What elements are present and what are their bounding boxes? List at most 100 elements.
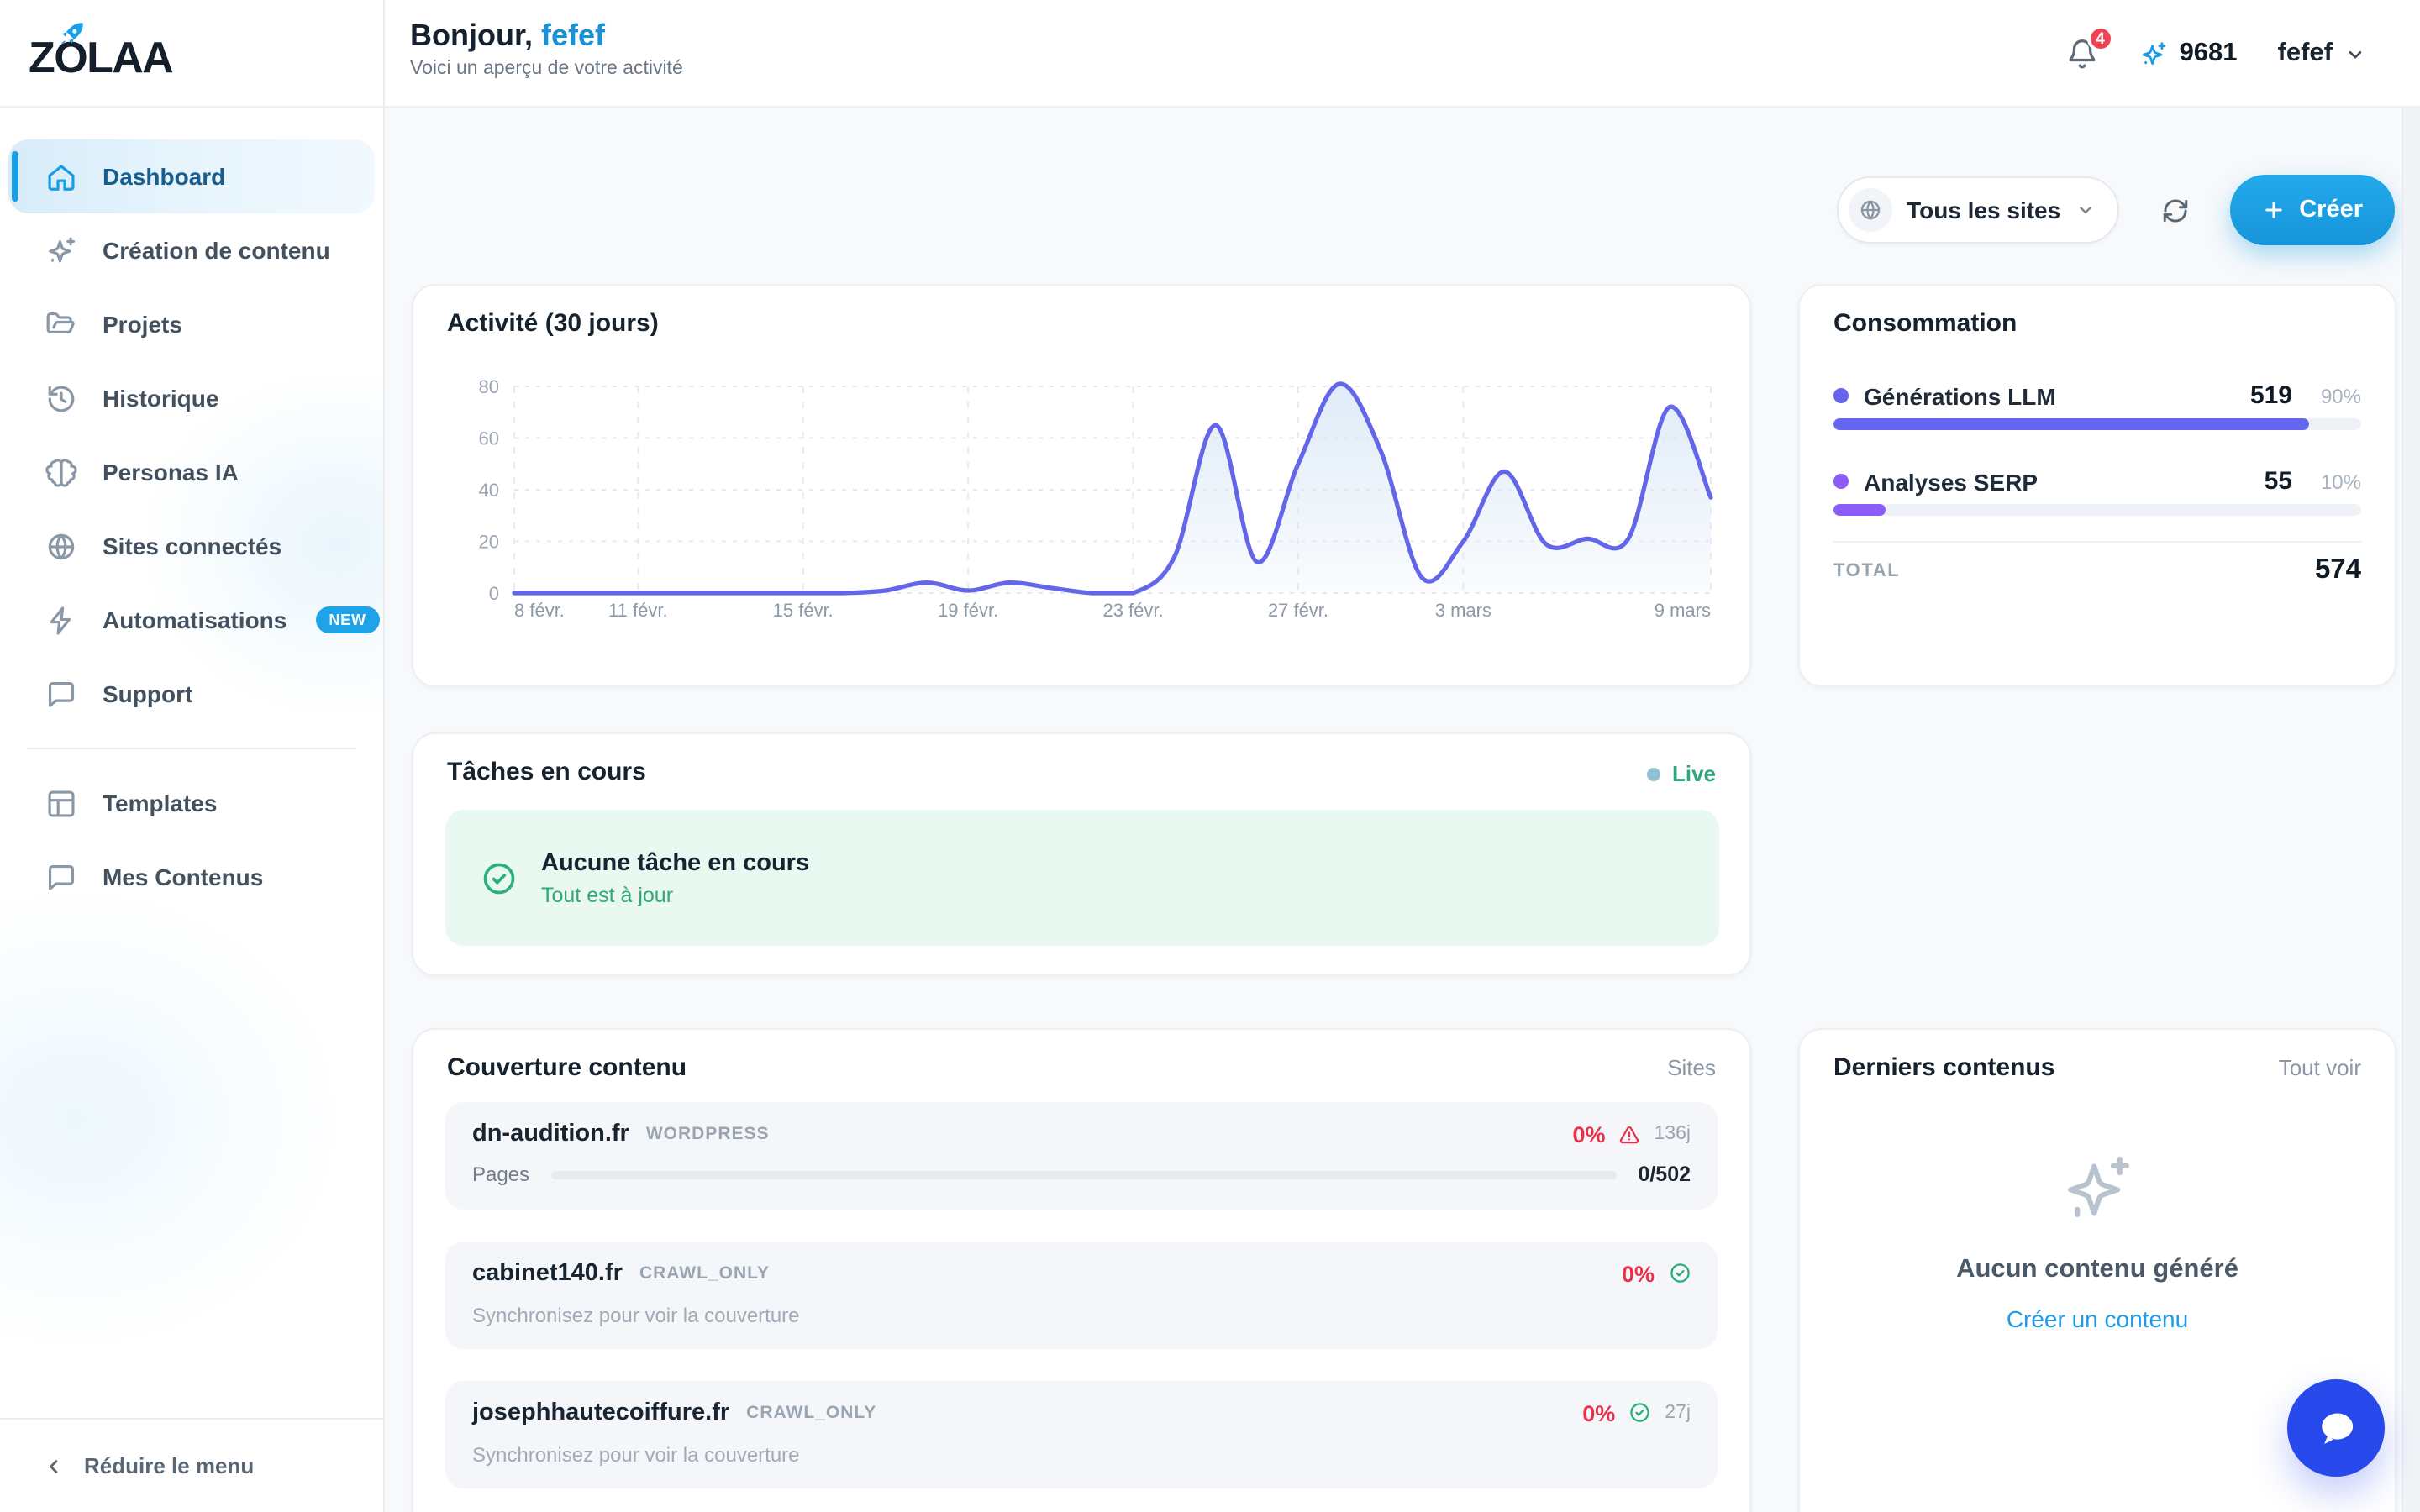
notification-count-badge: 4 xyxy=(2087,25,2114,52)
controls-row: Tous les sites Créer xyxy=(1836,175,2395,245)
site-domain: josephhautecoiffure.fr xyxy=(472,1399,729,1426)
chat-fab-button[interactable] xyxy=(2287,1379,2385,1477)
tasks-empty-title: Aucune tâche en cours xyxy=(541,849,809,876)
coverage-percent: 0% xyxy=(1622,1261,1655,1286)
sidebar-item-personas-ia[interactable]: Personas IA xyxy=(8,435,375,509)
brand-logo[interactable]: ZOLAA xyxy=(0,0,383,81)
sync-hint: Synchronisez pour voir la couverture xyxy=(472,1304,1691,1327)
sidebar-divider xyxy=(27,748,356,749)
create-content-link[interactable]: Créer un contenu xyxy=(2007,1305,2188,1332)
activity-title: Activité (30 jours) xyxy=(447,309,659,338)
chevron-down-icon xyxy=(2075,200,2096,220)
sidebar-item-mes-contenus[interactable]: Mes Contenus xyxy=(8,840,375,914)
user-name: fefef xyxy=(2278,39,2333,69)
zap-icon xyxy=(45,604,77,636)
see-all-link[interactable]: Tout voir xyxy=(2279,1055,2361,1080)
credits-indicator[interactable]: 9681 xyxy=(2139,39,2238,69)
credits-count: 9681 xyxy=(2180,39,2238,69)
legend-dot xyxy=(1833,388,1849,403)
site-type-tag: CRAWL_ONLY xyxy=(746,1403,876,1423)
consumption-total-value: 574 xyxy=(2315,554,2361,586)
template-icon xyxy=(45,787,77,819)
sidebar-item-projets[interactable]: Projets xyxy=(8,287,375,361)
svg-text:9 mars: 9 mars xyxy=(1655,600,1711,621)
pages-label: Pages xyxy=(472,1163,529,1186)
coverage-percent: 0% xyxy=(1572,1121,1605,1147)
pages-count: 0/502 xyxy=(1638,1163,1691,1186)
site-row-dn-audition[interactable]: dn-audition.fr WORDPRESS 0% 136j Pages 0… xyxy=(445,1102,1718,1210)
notifications-button[interactable]: 4 xyxy=(2065,37,2099,71)
sync-hint: Synchronisez pour voir la couverture xyxy=(472,1443,1691,1467)
globe-icon xyxy=(45,530,77,562)
sidebar-item-label: Historique xyxy=(103,385,218,412)
svg-text:19 févr.: 19 févr. xyxy=(938,600,998,621)
consumption-percent: 10% xyxy=(2307,470,2361,493)
chat-icon xyxy=(45,861,77,893)
sidebar-item-label: Personas IA xyxy=(103,459,239,486)
app-root: ZOLAA Dashboard Création de contenu Proj… xyxy=(0,0,2420,1512)
sidebar-item-support[interactable]: Support xyxy=(8,657,375,731)
sidebar-item-dashboard[interactable]: Dashboard xyxy=(8,139,375,213)
check-circle-icon xyxy=(1668,1263,1691,1285)
sidebar-item-templates[interactable]: Templates xyxy=(8,766,375,840)
live-dot xyxy=(1647,767,1660,780)
header-divider xyxy=(0,106,2420,108)
sidebar-item-label: Sites connectés xyxy=(103,533,281,559)
collapse-menu-button[interactable]: Réduire le menu xyxy=(0,1418,383,1512)
tasks-empty-subtitle: Tout est à jour xyxy=(541,883,809,906)
tasks-title: Tâches en cours xyxy=(447,758,646,786)
chevron-left-icon xyxy=(42,1454,66,1478)
sidebar: ZOLAA Dashboard Création de contenu Proj… xyxy=(0,0,385,1512)
divider xyxy=(1833,541,2361,543)
site-age: 27j xyxy=(1665,1403,1691,1423)
progress-fill xyxy=(1833,504,1886,516)
consumption-total-row: TOTAL 574 xyxy=(1833,554,2361,586)
topbar: Bonjour, fefef Voici un aperçu de votre … xyxy=(383,0,2420,108)
latest-title: Derniers contenus xyxy=(1833,1053,2054,1082)
sidebar-item-sites-connectes[interactable]: Sites connectés xyxy=(8,509,375,583)
sidebar-nav: Dashboard Création de contenu Projets Hi… xyxy=(0,139,383,914)
sidebar-item-label: Mes Contenus xyxy=(103,864,263,890)
sidebar-item-automatisations[interactable]: Automatisations NEW xyxy=(8,583,375,657)
refresh-button[interactable] xyxy=(2143,178,2207,242)
create-button[interactable]: Créer xyxy=(2230,175,2395,245)
sidebar-item-label: Automatisations xyxy=(103,606,287,633)
coverage-title: Couverture contenu xyxy=(447,1053,687,1082)
new-badge: NEW xyxy=(315,606,379,633)
site-type-tag: WORDPRESS xyxy=(646,1124,770,1144)
coverage-card: Couverture contenu Sites dn-audition.fr … xyxy=(412,1028,1751,1512)
check-circle-icon xyxy=(1628,1402,1651,1425)
coverage-sites-link[interactable]: Sites xyxy=(1667,1055,1716,1080)
activity-card: Activité (30 jours) 0204060808 févr.11 f… xyxy=(412,284,1751,687)
svg-text:20: 20 xyxy=(479,532,499,553)
coverage-percent: 0% xyxy=(1582,1400,1615,1425)
tasks-empty-state: Aucune tâche en cours Tout est à jour xyxy=(445,810,1719,946)
svg-text:80: 80 xyxy=(479,376,499,397)
svg-text:27 févr.: 27 févr. xyxy=(1268,600,1328,621)
sidebar-item-label: Projets xyxy=(103,311,182,338)
chat-icon xyxy=(45,678,77,710)
sidebar-item-creation-de-contenu[interactable]: Création de contenu xyxy=(8,213,375,287)
site-domain: dn-audition.fr xyxy=(472,1121,629,1147)
consumption-row-serp: Analyses SERP 55 10% xyxy=(1833,467,2361,496)
check-circle-icon xyxy=(481,859,518,896)
sparkles-icon xyxy=(2059,1151,2136,1228)
site-filter-value: Tous les sites xyxy=(1907,197,2060,223)
svg-text:11 févr.: 11 févr. xyxy=(608,600,668,621)
folder-open-icon xyxy=(45,308,77,340)
site-row-cabinet140[interactable]: cabinet140.fr CRAWL_ONLY 0% Synchronisez… xyxy=(445,1242,1718,1349)
refresh-icon xyxy=(2160,196,2189,224)
svg-text:15 févr.: 15 févr. xyxy=(773,600,834,621)
scrollbar[interactable] xyxy=(2402,108,2420,1512)
site-row-josephhautecoiffure[interactable]: josephhautecoiffure.fr CRAWL_ONLY 0% 27j… xyxy=(445,1381,1718,1488)
progress-fill xyxy=(1833,418,2308,430)
site-filter-dropdown[interactable]: Tous les sites xyxy=(1836,176,2119,244)
user-menu[interactable]: fefef xyxy=(2278,39,2366,69)
sidebar-item-historique[interactable]: Historique xyxy=(8,361,375,435)
legend-dot xyxy=(1833,474,1849,489)
progress-track xyxy=(1833,504,2361,516)
live-indicator: Live xyxy=(1647,761,1716,786)
site-domain: cabinet140.fr xyxy=(472,1260,623,1287)
progress-track xyxy=(1833,418,2361,430)
svg-text:8 févr.: 8 févr. xyxy=(514,600,565,621)
